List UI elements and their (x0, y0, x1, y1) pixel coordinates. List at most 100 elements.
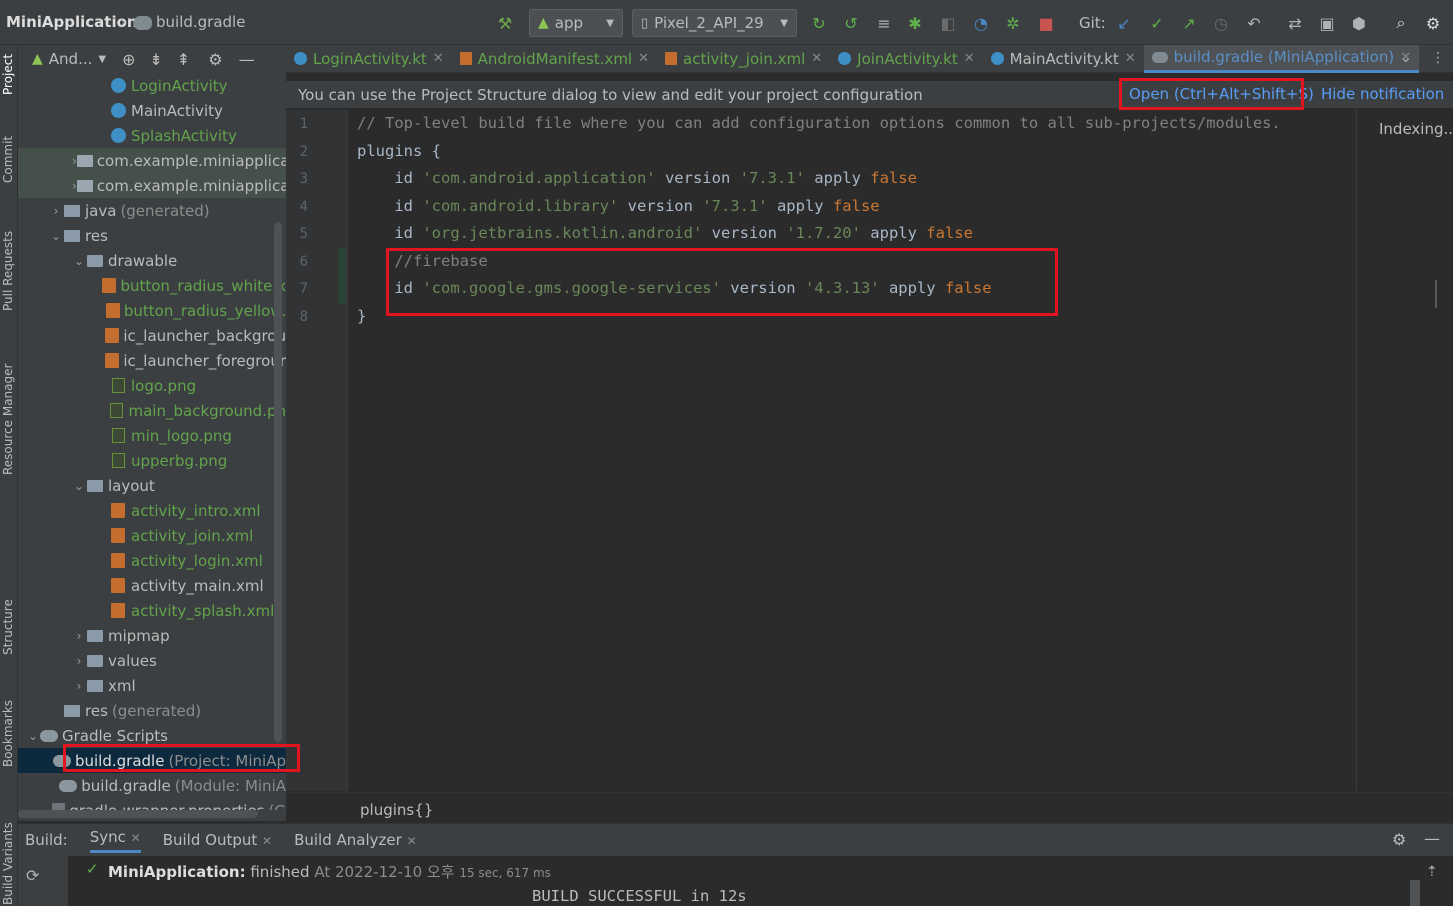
tree-node[interactable]: ic_launcher_foregrour (18, 348, 286, 373)
expand-chevron-icon[interactable]: › (49, 204, 63, 218)
project-breadcrumb[interactable]: MiniApplication (6, 13, 138, 31)
tool-window-project[interactable]: Project (1, 54, 15, 95)
tree-node[interactable]: res (generated) (18, 698, 286, 723)
rollback-icon[interactable]: ↶ (1243, 12, 1265, 34)
editor-tab[interactable]: LoginActivity.kt ✕ (286, 45, 452, 73)
tree-node[interactable]: ic_launcher_backgrou (18, 323, 286, 348)
tree-hscrollbar[interactable] (18, 810, 258, 818)
device-select[interactable]: ▯ Pixel_2_API_29 ▼ (632, 9, 797, 37)
expand-chevron-icon[interactable]: › (72, 654, 86, 668)
tree-node[interactable]: SplashActivity (18, 123, 286, 148)
tab-menu-icon[interactable]: ⋮ (1431, 50, 1445, 66)
git-history-icon[interactable]: ◷ (1210, 12, 1232, 34)
git-update-icon[interactable]: ↙ (1113, 12, 1135, 34)
tree-node[interactable]: upperbg.png (18, 448, 286, 473)
code-line[interactable]: id 'org.jetbrains.kotlin.android' versio… (357, 224, 973, 242)
tab-list-chevron-icon[interactable]: ⌄ (1400, 50, 1412, 66)
tree-node[interactable]: logo.png (18, 373, 286, 398)
apply-changes-icon[interactable]: ↻ (808, 12, 830, 34)
settings-gear-icon[interactable]: ⚙ (1422, 12, 1444, 34)
code-line[interactable]: id 'com.android.application' version '7.… (357, 169, 917, 187)
tool-window-build-variants[interactable]: Build Variants (1, 822, 15, 905)
tree-node[interactable]: main_background.pn (18, 398, 286, 423)
build-tab-analyzer[interactable]: Build Analyzer ✕ (294, 831, 417, 849)
project-view-dropdown[interactable]: And... (49, 50, 93, 68)
tree-node[interactable]: ⌄ layout (18, 473, 286, 498)
git-push-icon[interactable]: ↗ (1178, 12, 1200, 34)
tree-node[interactable]: build.gradle (Module: MiniA (18, 773, 286, 798)
code-line[interactable]: plugins { (357, 142, 441, 160)
locate-file-icon[interactable]: ⊕ (122, 50, 135, 69)
close-icon[interactable]: ✕ (131, 831, 141, 845)
fold-marker-open-icon[interactable] (340, 136, 342, 164)
close-tab-icon[interactable]: ✕ (1125, 51, 1136, 66)
editor-tab[interactable]: AndroidManifest.xml ✕ (452, 45, 657, 73)
tree-node[interactable]: › com.example.miniapplica (18, 173, 286, 198)
close-tab-icon[interactable]: ✕ (433, 51, 444, 66)
scroll-up-icon[interactable]: ⇡ (1426, 864, 1438, 880)
expand-chevron-icon[interactable]: › (72, 629, 86, 643)
tree-node[interactable]: min_logo.png (18, 423, 286, 448)
tree-node[interactable]: build.gradle (Project: MiniAp (18, 748, 286, 773)
expand-chevron-icon[interactable]: ⌄ (49, 229, 63, 243)
expand-chevron-icon[interactable]: ⌄ (72, 254, 86, 268)
expand-chevron-icon[interactable]: ⌄ (72, 479, 86, 493)
attach-process-icon[interactable]: ✲ (1002, 12, 1024, 34)
attach-debugger-icon[interactable]: ◧ (937, 12, 959, 34)
hide-panel-icon[interactable]: — (239, 50, 255, 69)
tree-node[interactable]: › values (18, 648, 286, 673)
code-line[interactable]: } (357, 307, 366, 325)
code-line[interactable]: id 'com.google.gms.google-services' vers… (357, 279, 991, 297)
tree-node[interactable]: › xml (18, 673, 286, 698)
search-icon[interactable]: ⌕ (1390, 12, 1412, 34)
close-tab-icon[interactable]: ✕ (964, 51, 975, 66)
tree-scrollbar[interactable] (274, 222, 282, 742)
chevron-down-icon[interactable]: ▼ (98, 54, 106, 65)
device-manager-icon[interactable]: ▣ (1316, 12, 1338, 34)
hide-notification-link[interactable]: Hide notification (1321, 85, 1444, 103)
output-scrollbar[interactable] (1410, 880, 1420, 906)
tree-node[interactable]: activity_join.xml (18, 523, 286, 548)
build-tab-sync[interactable]: Sync ✕ (89, 828, 141, 853)
tool-window-resource-manager[interactable]: Resource Manager (1, 364, 15, 475)
profile-icon[interactable]: ◔ (970, 12, 992, 34)
run-config-select[interactable]: ▲ app ▼ (529, 9, 623, 37)
resync-icon[interactable]: ⟳ (26, 866, 39, 885)
tree-node[interactable]: › mipmap (18, 623, 286, 648)
panel-settings-icon[interactable]: ⚙ (208, 50, 222, 69)
open-project-structure-link[interactable]: Open (Ctrl+Alt+Shift+S) (1129, 85, 1314, 103)
debug-icon[interactable]: ✱ (904, 12, 926, 34)
tree-node[interactable]: button_radius_yellow. (18, 298, 286, 323)
file-breadcrumb[interactable]: build.gradle (156, 13, 245, 31)
stop-icon[interactable]: ■ (1035, 12, 1057, 34)
build-settings-icon[interactable]: ⚙ (1392, 830, 1406, 849)
editor-tab[interactable]: activity_join.xml ✕ (657, 45, 830, 73)
close-icon[interactable]: ✕ (407, 834, 417, 848)
tool-window-pull-requests[interactable]: Pull Requests (1, 231, 15, 311)
editor-tab[interactable]: build.gradle (MiniApplication) ✕ (1143, 44, 1420, 73)
close-tab-icon[interactable]: ✕ (811, 51, 822, 66)
tree-node[interactable]: LoginActivity (18, 73, 286, 98)
collapse-all-icon[interactable]: ⇞ (177, 50, 190, 69)
run-list-icon[interactable]: ≡ (873, 12, 895, 34)
gradle-sync-icon[interactable]: ⇄ (1284, 12, 1306, 34)
sync-task-row[interactable]: MiniApplication: finished At 2022-12-10 … (108, 861, 551, 882)
tree-node[interactable]: activity_main.xml (18, 573, 286, 598)
tool-window-bookmarks[interactable]: Bookmarks (1, 700, 15, 767)
tree-node[interactable]: MainActivity (18, 98, 286, 123)
tree-node[interactable]: activity_login.xml (18, 548, 286, 573)
expand-chevron-icon[interactable]: › (72, 679, 86, 693)
editor-tab[interactable]: MainActivity.kt ✕ (983, 45, 1144, 73)
build-tab-output[interactable]: Build Output ✕ (163, 831, 272, 849)
expand-all-icon[interactable]: ⇟ (149, 50, 162, 69)
hide-build-panel-icon[interactable]: — (1424, 829, 1440, 848)
git-commit-icon[interactable]: ✓ (1146, 12, 1168, 34)
tree-node[interactable]: activity_splash.xml (18, 598, 286, 623)
close-icon[interactable]: ✕ (262, 834, 272, 848)
tree-node[interactable]: › java (generated) (18, 198, 286, 223)
code-line[interactable]: //firebase (357, 252, 487, 270)
tree-node[interactable]: ⌄ drawable (18, 248, 286, 273)
editor-tab[interactable]: JoinActivity.kt ✕ (830, 45, 982, 73)
tree-node[interactable]: button_radius_white.x (18, 273, 286, 298)
build-hammer-icon[interactable]: ⚒ (494, 12, 516, 34)
